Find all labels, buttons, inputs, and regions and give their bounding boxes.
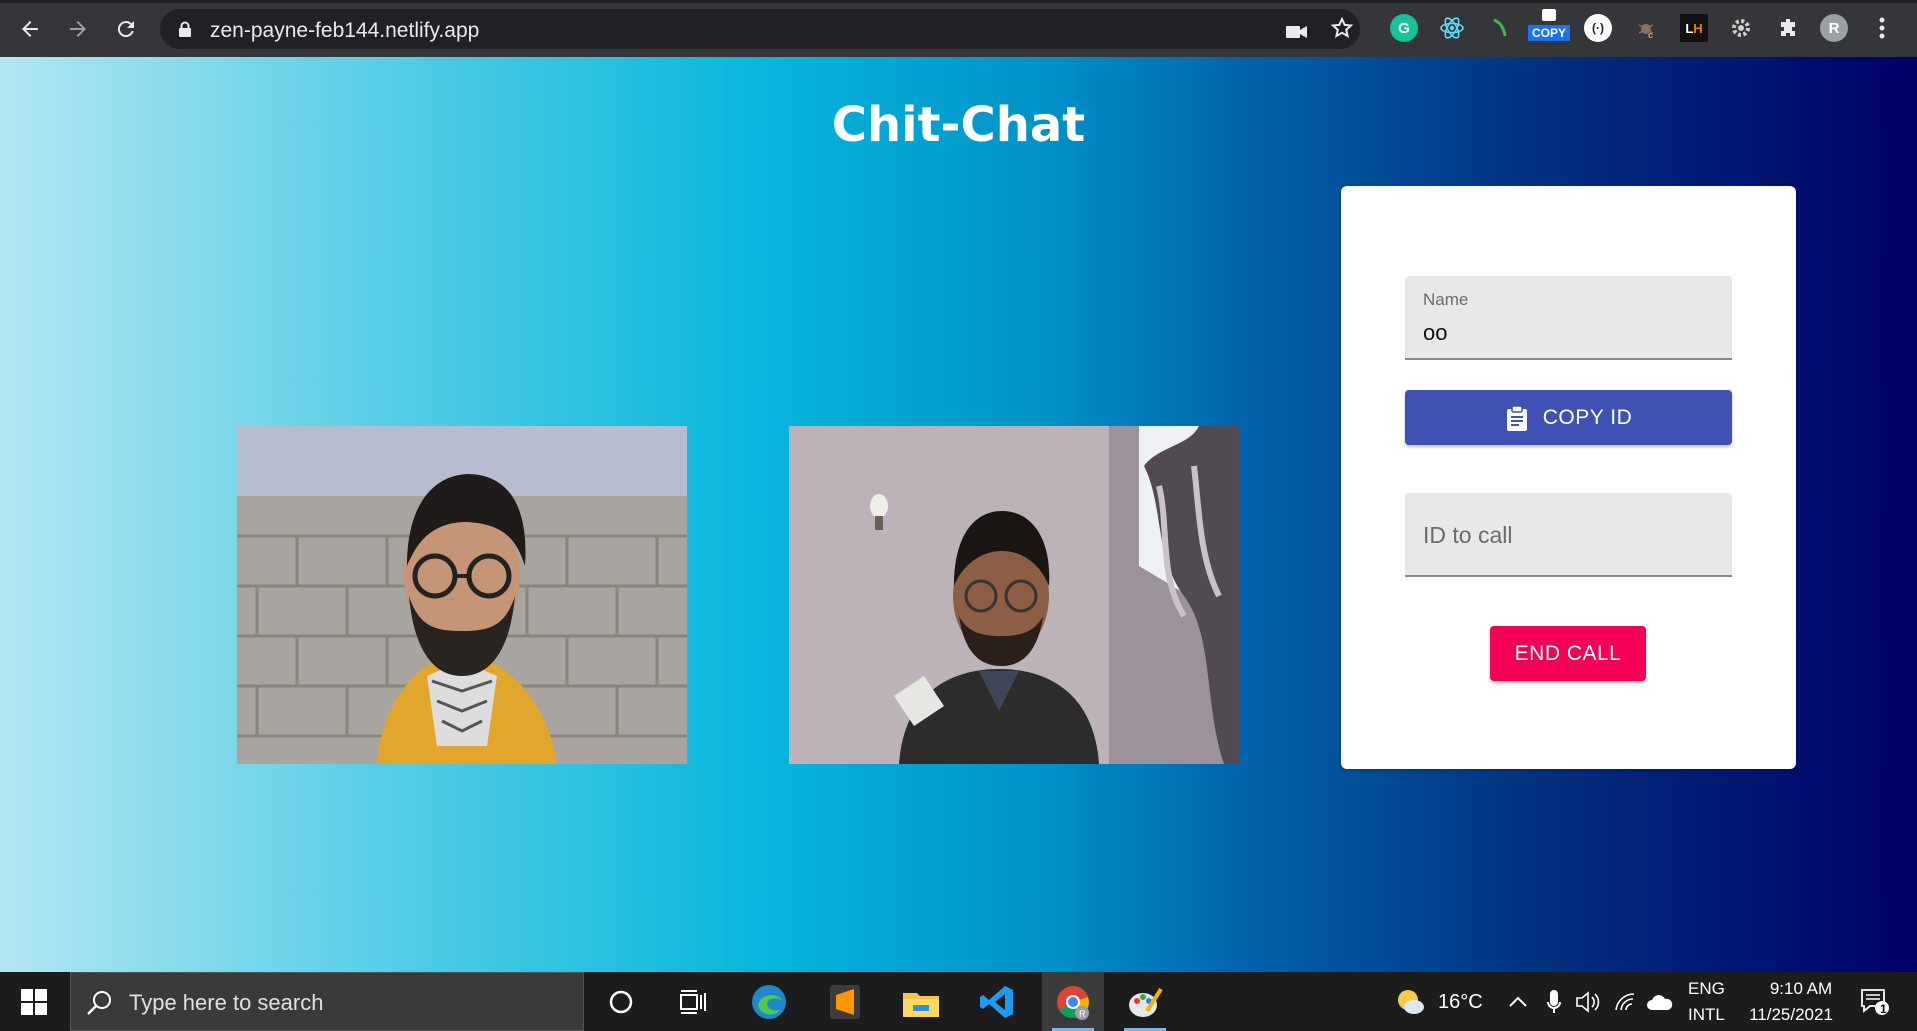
keyboard-layout[interactable]: INTL	[1688, 1005, 1725, 1025]
id-to-call-field[interactable]: ID to call	[1405, 493, 1732, 577]
search-icon	[85, 989, 113, 1022]
weather-temperature[interactable]: 16°C	[1438, 991, 1483, 1014]
remote-video	[789, 426, 1239, 764]
reload-button[interactable]	[108, 11, 144, 47]
chrome-taskbar-icon[interactable]: R	[1042, 972, 1104, 1031]
chevron-up-icon[interactable]	[1500, 972, 1536, 1031]
copy-extension-icon[interactable]: COPY	[1528, 9, 1570, 41]
back-button[interactable]	[12, 11, 48, 47]
svg-text:R: R	[1079, 1009, 1086, 1019]
browser-menu-icon[interactable]	[1868, 14, 1896, 42]
grammarly-extension-icon[interactable]: G	[1390, 14, 1418, 42]
copy-id-label: COPY ID	[1542, 405, 1633, 429]
reload-icon	[117, 21, 134, 38]
page-title: Chit-Chat	[831, 97, 1086, 153]
speaker-icon[interactable]	[1570, 972, 1606, 1031]
lighthouse-extension-icon[interactable]: LH	[1680, 14, 1708, 42]
address-bar[interactable]: zen-payne-feb144.netlify.app	[160, 9, 1360, 49]
taskbar-search[interactable]: Type here to search	[70, 972, 584, 1031]
sublime-text-icon[interactable]	[814, 972, 876, 1031]
paint-icon[interactable]	[1114, 972, 1176, 1031]
browser-toolbar: zen-payne-feb144.netlify.app G COPY (·) …	[0, 0, 1917, 57]
clipboard-icon	[1506, 404, 1527, 431]
name-field-label: Name	[1423, 290, 1469, 309]
wifi-icon[interactable]	[1608, 972, 1644, 1031]
search-placeholder: Type here to search	[129, 990, 324, 1015]
react-devtools-icon[interactable]	[1438, 14, 1466, 42]
bookmark-star-icon[interactable]	[1330, 16, 1354, 46]
forward-arrow-icon	[70, 21, 86, 37]
svg-text:c: c	[1648, 30, 1653, 39]
start-button[interactable]	[0, 972, 68, 1031]
clock-date[interactable]: 11/25/2021	[1736, 1005, 1846, 1025]
vscode-icon[interactable]	[966, 972, 1028, 1031]
app-page: Chit-Chat Name oo COPY ID ID to call END…	[0, 57, 1917, 972]
timer-extension-icon[interactable]: (·)	[1584, 14, 1612, 42]
weather-icon[interactable]	[1388, 972, 1432, 1031]
edge-browser-icon[interactable]	[738, 972, 800, 1031]
leaf-extension-icon[interactable]	[1486, 14, 1514, 42]
id-to-call-placeholder: ID to call	[1423, 522, 1513, 548]
settings-extension-icon[interactable]	[1727, 14, 1755, 42]
notification-count: 1	[1880, 1002, 1887, 1016]
lock-icon	[178, 21, 192, 42]
windows-logo-icon	[21, 988, 47, 1015]
puzzle-extensions-icon[interactable]	[1774, 14, 1802, 42]
call-controls-card: Name oo COPY ID ID to call END CALL	[1341, 186, 1796, 769]
my-video	[237, 426, 687, 764]
end-call-button[interactable]: END CALL	[1490, 626, 1646, 681]
microphone-icon[interactable]	[1536, 972, 1572, 1031]
copy-id-button[interactable]: COPY ID	[1405, 390, 1732, 445]
tab-strip	[0, 0, 1917, 3]
language-code[interactable]: ENG	[1688, 979, 1725, 999]
bug-extension-icon[interactable]: c	[1632, 14, 1660, 42]
clock-time[interactable]: 9:10 AM	[1751, 979, 1851, 999]
name-field[interactable]: Name oo	[1405, 276, 1732, 360]
onedrive-icon[interactable]	[1642, 972, 1678, 1031]
task-view-icon[interactable]	[662, 972, 724, 1031]
url-text: zen-payne-feb144.netlify.app	[210, 19, 480, 42]
back-arrow-icon	[22, 21, 38, 37]
camera-icon[interactable]	[1286, 20, 1308, 46]
copy-extension-label: COPY	[1528, 25, 1570, 41]
cortana-icon[interactable]	[590, 972, 652, 1031]
profile-avatar[interactable]: R	[1820, 14, 1848, 42]
notifications-icon[interactable]: 1	[1850, 972, 1900, 1031]
end-call-label: END CALL	[1514, 641, 1622, 665]
file-explorer-icon[interactable]	[890, 972, 952, 1031]
forward-button[interactable]	[60, 11, 96, 47]
name-field-value[interactable]: oo	[1423, 320, 1447, 346]
windows-taskbar: Type here to search R 16°C ENG INTL 9:10…	[0, 972, 1917, 1031]
